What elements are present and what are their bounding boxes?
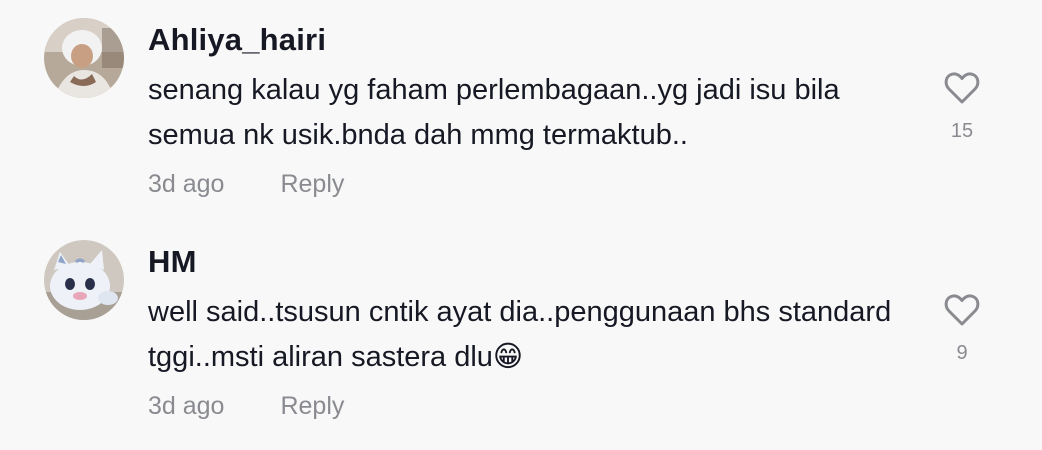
comment-item: HM well said..tsusun cntik ayat dia..pen…: [0, 222, 1042, 444]
comment-meta: 3d ago Reply: [148, 170, 344, 199]
username[interactable]: HM: [148, 244, 197, 280]
comment-meta: 3d ago Reply: [148, 392, 344, 421]
timestamp: 3d ago: [148, 170, 225, 198]
comment-text: senang kalau yg faham perlembagaan..yg j…: [148, 74, 840, 151]
timestamp: 3d ago: [148, 392, 225, 420]
avatar[interactable]: [44, 240, 124, 320]
plush-cat-avatar-icon: [44, 240, 124, 320]
comment-text: well said..tsusun cntik ayat dia..penggu…: [148, 296, 892, 373]
like-count: 9: [956, 342, 968, 364]
like-control: 15: [938, 68, 986, 143]
reply-button[interactable]: Reply: [280, 170, 344, 199]
like-control: 9: [938, 290, 986, 365]
heart-outline-icon[interactable]: [942, 290, 982, 330]
user-photo-avatar-icon: [44, 18, 124, 98]
reply-button[interactable]: Reply: [280, 392, 344, 421]
avatar[interactable]: [44, 18, 124, 98]
comment-item: Ahliya_hairi senang kalau yg faham perle…: [0, 0, 1042, 222]
heart-outline-icon[interactable]: [942, 68, 982, 108]
username[interactable]: Ahliya_hairi: [148, 22, 326, 58]
like-count: 15: [950, 120, 974, 142]
